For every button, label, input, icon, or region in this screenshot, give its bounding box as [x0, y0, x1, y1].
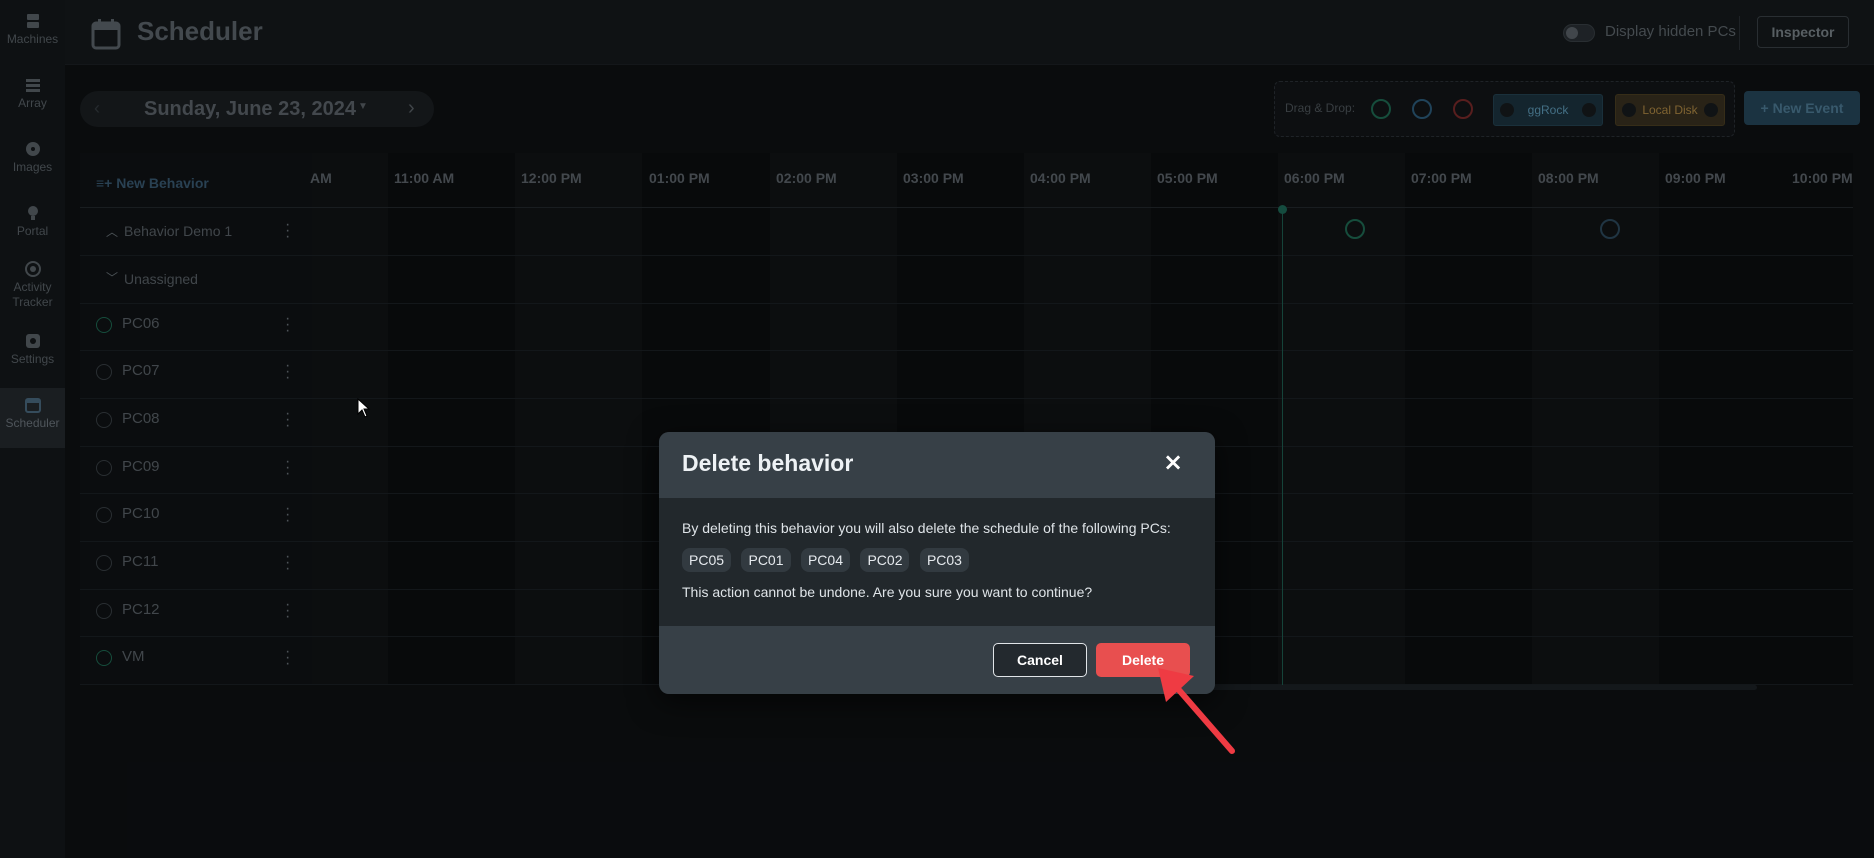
pc-tag: PC02 — [860, 548, 910, 572]
affected-pc-list: PC05 PC01 PC04 PC02 PC03 — [682, 548, 975, 572]
pc-tag: PC05 — [682, 548, 732, 572]
modal-backdrop[interactable] — [0, 0, 1874, 858]
dialog-body: By deleting this behavior you will also … — [659, 498, 1215, 626]
pc-tag: PC01 — [741, 548, 791, 572]
annotation-arrow-icon — [1158, 668, 1235, 754]
pc-tag: PC04 — [800, 548, 850, 572]
dialog-warning: This action cannot be undone. Are you su… — [682, 584, 1093, 600]
close-icon[interactable]: × — [1163, 450, 1183, 474]
cancel-button[interactable]: Cancel — [993, 643, 1087, 677]
dialog-description: By deleting this behavior you will also … — [682, 520, 1171, 536]
pc-tag: PC03 — [919, 548, 969, 572]
mouse-cursor-icon — [357, 398, 371, 418]
dialog-title: Delete behavior — [682, 450, 854, 476]
dialog-footer: Cancel Delete — [659, 626, 1215, 694]
delete-behavior-dialog: Delete behavior × By deleting this behav… — [659, 432, 1215, 694]
dialog-header: Delete behavior × — [659, 432, 1215, 498]
